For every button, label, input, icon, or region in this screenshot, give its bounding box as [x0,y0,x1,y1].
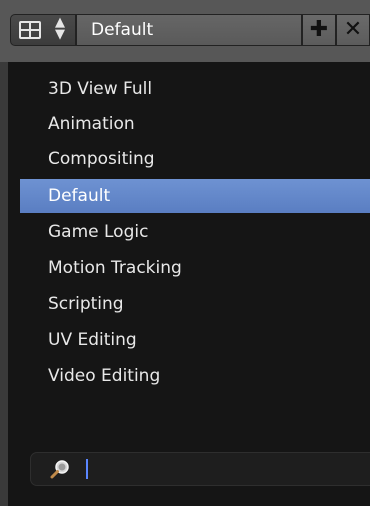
header-bar: ▲ ▼ Default ✚ ✕ [0,0,370,62]
menu-item-scripting[interactable]: Scripting [20,287,370,321]
text-caret [86,459,88,479]
layout-dropdown-menu: 3D View Full Animation Compositing Defau… [8,62,370,506]
menu-item-uv-editing[interactable]: UV Editing [20,323,370,357]
menu-item-video-editing[interactable]: Video Editing [20,359,370,393]
layout-grid-icon [19,21,41,39]
menu-item-3d-view-full[interactable]: 3D View Full [20,72,370,106]
menu-item-compositing[interactable]: Compositing [20,142,370,176]
layout-name-field[interactable]: Default [76,14,302,46]
menu-item-animation[interactable]: Animation [20,107,370,141]
menu-item-motion-tracking[interactable]: Motion Tracking [20,251,370,285]
menu-item-default[interactable]: Default [20,179,370,213]
add-layout-button[interactable]: ✚ [302,14,336,46]
layout-name-text: Default [91,20,154,40]
search-input[interactable] [30,452,370,486]
close-icon: ✕ [343,17,363,42]
editor-type-button[interactable]: ▲ ▼ [10,14,76,46]
menu-item-game-logic[interactable]: Game Logic [20,215,370,249]
search-icon [50,460,69,479]
delete-layout-button[interactable]: ✕ [336,14,370,46]
updown-arrows-icon: ▲ ▼ [55,15,65,42]
plus-icon: ✚ [309,17,329,42]
